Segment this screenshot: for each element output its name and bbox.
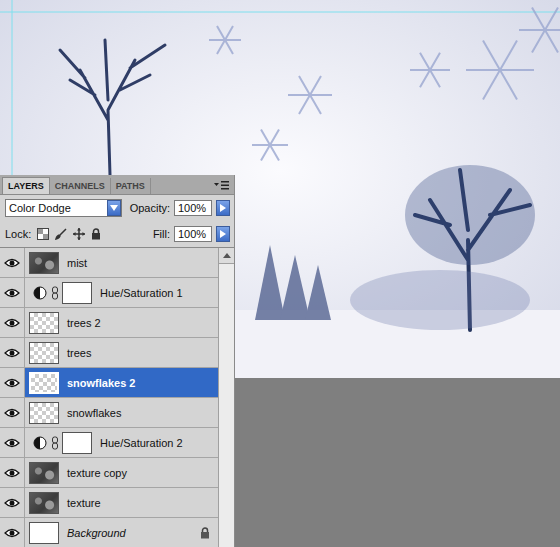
layer-row[interactable]: texture copy [0, 458, 218, 488]
layer-row[interactable]: mist [0, 248, 218, 278]
visibility-toggle[interactable] [0, 518, 25, 547]
eye-icon[interactable] [4, 258, 20, 268]
layer-thumbnail [29, 492, 59, 514]
fill-arrow-icon[interactable] [216, 226, 230, 242]
layer-row[interactable]: Hue/Saturation 2 [0, 428, 218, 458]
lock-label: Lock: [5, 228, 31, 240]
lock-move-icon[interactable] [73, 228, 85, 240]
layer-row[interactable]: trees [0, 338, 218, 368]
layer-row[interactable]: Hue/Saturation 1 [0, 278, 218, 308]
fill-field[interactable]: 100% [174, 226, 212, 242]
blend-row: Color Dodge Opacity: 100% [0, 195, 234, 221]
lock-transparency-icon[interactable] [37, 228, 49, 240]
layer-lock-icon [200, 527, 210, 539]
layer-name: Background [67, 527, 126, 539]
visibility-toggle[interactable] [0, 458, 25, 487]
eye-icon[interactable] [4, 288, 20, 298]
layer-list: mist Hue/Saturation 1 trees 2 trees snowflak… [0, 248, 218, 547]
layer-name: trees [67, 347, 91, 359]
layer-name: snowflakes 2 [67, 377, 135, 389]
panel-tab[interactable]: CHANNELS [50, 178, 111, 194]
layer-thumbnail [29, 252, 59, 274]
eye-icon[interactable] [4, 438, 20, 448]
layer-name: snowflakes [67, 407, 121, 419]
layer-scrollbar[interactable] [218, 248, 234, 547]
visibility-toggle[interactable] [0, 308, 25, 337]
layer-thumbnail [29, 342, 59, 364]
layer-name: Hue/Saturation 2 [100, 437, 183, 449]
scroll-up-icon[interactable] [219, 248, 234, 264]
eye-icon[interactable] [4, 498, 20, 508]
visibility-toggle[interactable] [0, 368, 25, 397]
visibility-toggle[interactable] [0, 278, 25, 307]
photoshop-window: LAYERSCHANNELSPATHS Color Dodge Opacity: 10… [0, 0, 560, 547]
eye-icon[interactable] [4, 468, 20, 478]
layer-name: Hue/Saturation 1 [100, 287, 183, 299]
visibility-toggle[interactable] [0, 398, 25, 427]
layer-thumbnail [29, 402, 59, 424]
lock-row: Lock: Fill: 100% [0, 221, 234, 247]
layers-panel: LAYERSCHANNELSPATHS Color Dodge Opacity: 10… [0, 175, 235, 547]
eye-icon[interactable] [4, 408, 20, 418]
panel-tab[interactable]: PATHS [111, 178, 151, 194]
panel-menu-icon[interactable] [214, 180, 230, 190]
layer-name: texture copy [67, 467, 127, 479]
eye-icon[interactable] [4, 378, 20, 388]
visibility-toggle[interactable] [0, 338, 25, 367]
blend-mode-dropdown[interactable]: Color Dodge [5, 199, 122, 217]
link-icon[interactable] [51, 436, 59, 450]
layer-mask-thumbnail [62, 432, 92, 454]
opacity-field[interactable]: 100% [174, 200, 212, 216]
layer-row[interactable]: Background [0, 518, 218, 547]
lock-brush-icon[interactable] [55, 228, 67, 240]
adjustment-layer-icon [33, 286, 47, 300]
layer-row[interactable]: snowflakes [0, 398, 218, 428]
layer-thumbnail [29, 372, 59, 394]
visibility-toggle[interactable] [0, 428, 25, 457]
blend-mode-value: Color Dodge [6, 202, 107, 214]
opacity-label: Opacity: [130, 202, 170, 214]
layer-name: texture [67, 497, 101, 509]
eye-icon[interactable] [4, 318, 20, 328]
scroll-track[interactable] [219, 264, 234, 547]
layer-mask-thumbnail [62, 282, 92, 304]
panel-tab[interactable]: LAYERS [2, 177, 50, 194]
layer-thumbnail [29, 462, 59, 484]
layer-row[interactable]: snowflakes 2 [0, 368, 218, 398]
layer-row[interactable]: trees 2 [0, 308, 218, 338]
layer-thumbnail [29, 312, 59, 334]
layer-thumbnail [29, 522, 59, 544]
adjustment-layer-icon [33, 436, 47, 450]
eye-icon[interactable] [4, 528, 20, 538]
fill-label: Fill: [153, 228, 170, 240]
eye-icon[interactable] [4, 348, 20, 358]
layer-list-area: mist Hue/Saturation 1 trees 2 trees snowflak… [0, 247, 234, 547]
visibility-toggle[interactable] [0, 248, 25, 277]
dropdown-arrow-icon[interactable] [107, 200, 121, 216]
layer-name: trees 2 [67, 317, 101, 329]
panel-tab-bar: LAYERSCHANNELSPATHS [0, 175, 234, 195]
opacity-arrow-icon[interactable] [216, 200, 230, 216]
layer-row[interactable]: texture [0, 488, 218, 518]
visibility-toggle[interactable] [0, 488, 25, 517]
lock-all-icon[interactable] [91, 228, 101, 240]
layer-name: mist [67, 257, 87, 269]
link-icon[interactable] [51, 286, 59, 300]
